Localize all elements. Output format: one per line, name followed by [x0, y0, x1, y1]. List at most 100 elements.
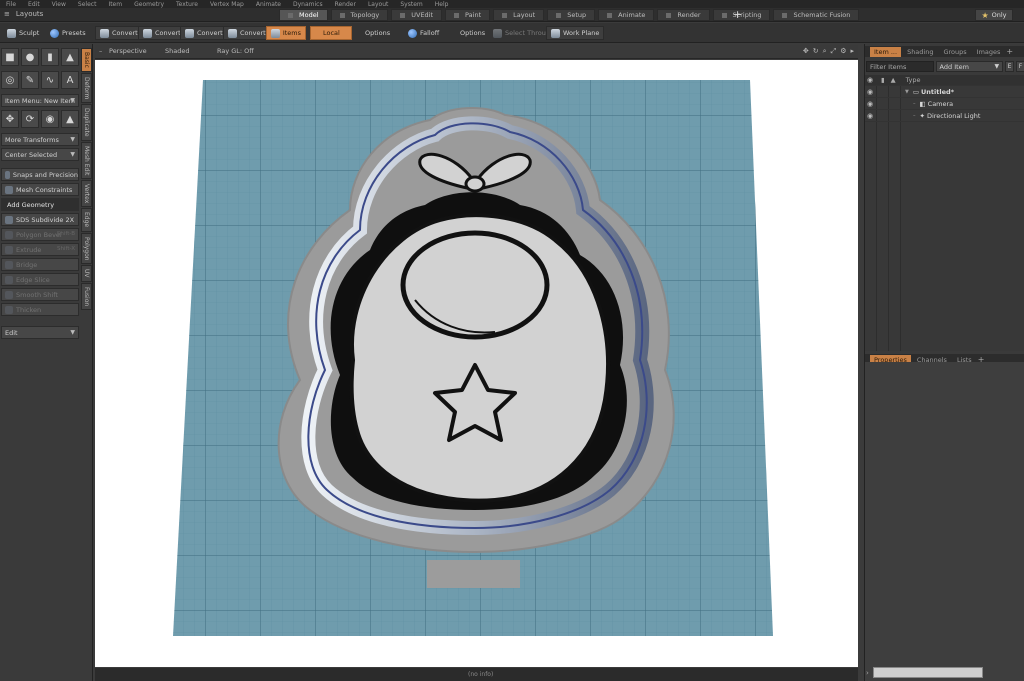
panel-tab[interactable]: Item ...: [870, 46, 902, 57]
items-mode-button[interactable]: Items: [266, 26, 306, 40]
menu-item[interactable]: Edit: [28, 1, 40, 8]
item-list-row[interactable]: ◉ – ◧ Camera: [865, 99, 1024, 110]
layout-tab[interactable]: UVEdit: [391, 9, 443, 21]
work-plane-button[interactable]: Work Plane: [546, 26, 605, 40]
geometry-tool-button[interactable]: Smooth Shift: [1, 288, 79, 301]
convert-button-4[interactable]: Convert: [223, 26, 271, 40]
zoom-icon[interactable]: ⌕: [823, 47, 827, 56]
transform-icon[interactable]: ▲: [61, 110, 79, 128]
settings-icon[interactable]: ⚙: [840, 47, 846, 56]
layout-tab[interactable]: Animate: [598, 9, 655, 21]
item-list-row[interactable]: ◉ ▼ ▭ Untitled*: [865, 87, 1024, 98]
geometry-tool-button[interactable]: Edge Slice: [1, 273, 79, 286]
mesh-constraints-button[interactable]: Mesh Constraints: [1, 183, 79, 196]
tool-category-tab[interactable]: Polygon: [81, 232, 92, 265]
snaps-precision-button[interactable]: Snaps and Precision: [1, 168, 79, 181]
sculpt-button[interactable]: Sculpt: [2, 26, 44, 40]
item-menu-dropdown[interactable]: Item Menu: New Item ▼: [1, 94, 79, 107]
menu-item[interactable]: Vertex Map: [210, 1, 244, 8]
menu-item[interactable]: Layout: [368, 1, 388, 8]
view-type-selector[interactable]: Perspective: [109, 47, 147, 55]
tool-category-tab[interactable]: Mesh Edit: [81, 141, 92, 180]
add-geometry-header[interactable]: Add Geometry: [1, 198, 79, 211]
panel-tab[interactable]: Shading: [903, 47, 937, 57]
layout-tab[interactable]: Layout: [493, 9, 545, 21]
layout-tab[interactable]: Topology: [330, 9, 389, 21]
torus-icon[interactable]: ◎: [1, 71, 19, 89]
edit-dropdown[interactable]: Edit ▼: [1, 326, 79, 339]
panel-tab[interactable]: Images: [973, 47, 1005, 57]
local-button[interactable]: Local: [310, 26, 352, 40]
shading-mode-selector[interactable]: Shaded: [165, 47, 189, 55]
sphere-icon[interactable]: ●: [21, 48, 39, 66]
add-item-dropdown[interactable]: Add Item ▼: [935, 61, 1004, 72]
viewport-menu-icon[interactable]: –: [99, 47, 102, 55]
layout-tab[interactable]: Render: [657, 9, 710, 21]
convert-button-2[interactable]: Convert: [138, 26, 186, 40]
layout-tab[interactable]: Setup: [547, 9, 596, 21]
curve-icon[interactable]: ∿: [41, 71, 59, 89]
scale-icon[interactable]: ◉: [41, 110, 59, 128]
expand-triangle-icon[interactable]: ▼: [905, 89, 909, 95]
presets-button[interactable]: Presets: [45, 26, 91, 40]
list-option-e-button[interactable]: E: [1005, 61, 1015, 72]
rotate-icon[interactable]: ⟳: [21, 110, 39, 128]
cylinder-icon[interactable]: ▮: [41, 48, 59, 66]
menu-item[interactable]: Render: [335, 1, 356, 8]
visibility-eye-icon[interactable]: ◉: [867, 88, 875, 96]
pan-icon[interactable]: ✥: [803, 47, 809, 56]
filter-items-input[interactable]: Filter Items: [866, 61, 934, 72]
menu-item[interactable]: System: [400, 1, 422, 8]
command-input[interactable]: [873, 667, 983, 678]
tool-category-tab[interactable]: Edge: [81, 208, 92, 232]
menu-item[interactable]: Geometry: [134, 1, 164, 8]
add-layout-tab-button[interactable]: +: [733, 9, 742, 20]
geometry-tool-button[interactable]: Thicken: [1, 303, 79, 316]
only-button[interactable]: ★ Only: [975, 9, 1013, 21]
geometry-tool-button[interactable]: Polygon Bevel Shift-B: [1, 228, 79, 241]
text-icon[interactable]: A: [61, 71, 79, 89]
layouts-menu[interactable]: ≡ Layouts: [4, 10, 43, 18]
menu-item[interactable]: File: [6, 1, 16, 8]
menu-item[interactable]: View: [52, 1, 66, 8]
layout-tab[interactable]: Model: [279, 9, 328, 21]
layout-tab[interactable]: Schematic Fusion: [773, 9, 860, 21]
falloff-button[interactable]: Falloff: [403, 26, 444, 40]
geometry-tool-button[interactable]: SDS Subdivide 2X: [1, 213, 79, 226]
panel-tab[interactable]: Groups: [939, 47, 970, 57]
chevron-right-icon[interactable]: ›: [866, 669, 869, 677]
geometry-tool-button[interactable]: Extrude Shift-X: [1, 243, 79, 256]
menu-item[interactable]: Animate: [256, 1, 281, 8]
convert-button-1[interactable]: Convert: [95, 26, 143, 40]
tool-category-tab[interactable]: Deform: [81, 72, 92, 104]
menu-item[interactable]: Select: [78, 1, 97, 8]
add-tab-button[interactable]: +: [1006, 47, 1013, 56]
convert-button-3[interactable]: Convert: [180, 26, 228, 40]
menu-item[interactable]: Help: [435, 1, 449, 8]
pen-icon[interactable]: ✎: [21, 71, 39, 89]
action-center-options-button[interactable]: Options: [360, 26, 395, 40]
center-selected-dropdown[interactable]: Center Selected ▼: [1, 148, 79, 161]
move-icon[interactable]: ✥: [1, 110, 19, 128]
visibility-eye-icon[interactable]: ◉: [867, 112, 875, 120]
cone-icon[interactable]: ▲: [61, 48, 79, 66]
ray-gl-toggle[interactable]: Ray GL: Off: [217, 47, 254, 55]
list-option-f-button[interactable]: F: [1016, 61, 1024, 72]
menu-item[interactable]: Item: [108, 1, 122, 8]
tool-category-tab[interactable]: UV: [81, 265, 92, 282]
tool-category-tab[interactable]: Fusion: [81, 282, 92, 310]
cube-icon[interactable]: ■: [1, 48, 19, 66]
3d-viewport[interactable]: [95, 60, 858, 667]
geometry-tool-button[interactable]: Bridge: [1, 258, 79, 271]
layout-tab[interactable]: Paint: [445, 9, 491, 21]
falloff-options-button[interactable]: Options: [455, 26, 490, 40]
tool-category-tab[interactable]: Duplicate: [81, 104, 92, 141]
fit-icon[interactable]: ⤢: [831, 47, 837, 56]
menu-item[interactable]: Dynamics: [293, 1, 323, 8]
menu-item[interactable]: Texture: [176, 1, 198, 8]
visibility-eye-icon[interactable]: ◉: [867, 100, 875, 108]
item-list-row[interactable]: ◉ – ✦ Directional Light: [865, 111, 1024, 122]
tool-category-tab[interactable]: Vertex: [81, 180, 92, 208]
expand-icon[interactable]: ▸: [850, 47, 854, 56]
more-transforms-dropdown[interactable]: More Transforms ▼: [1, 133, 79, 146]
